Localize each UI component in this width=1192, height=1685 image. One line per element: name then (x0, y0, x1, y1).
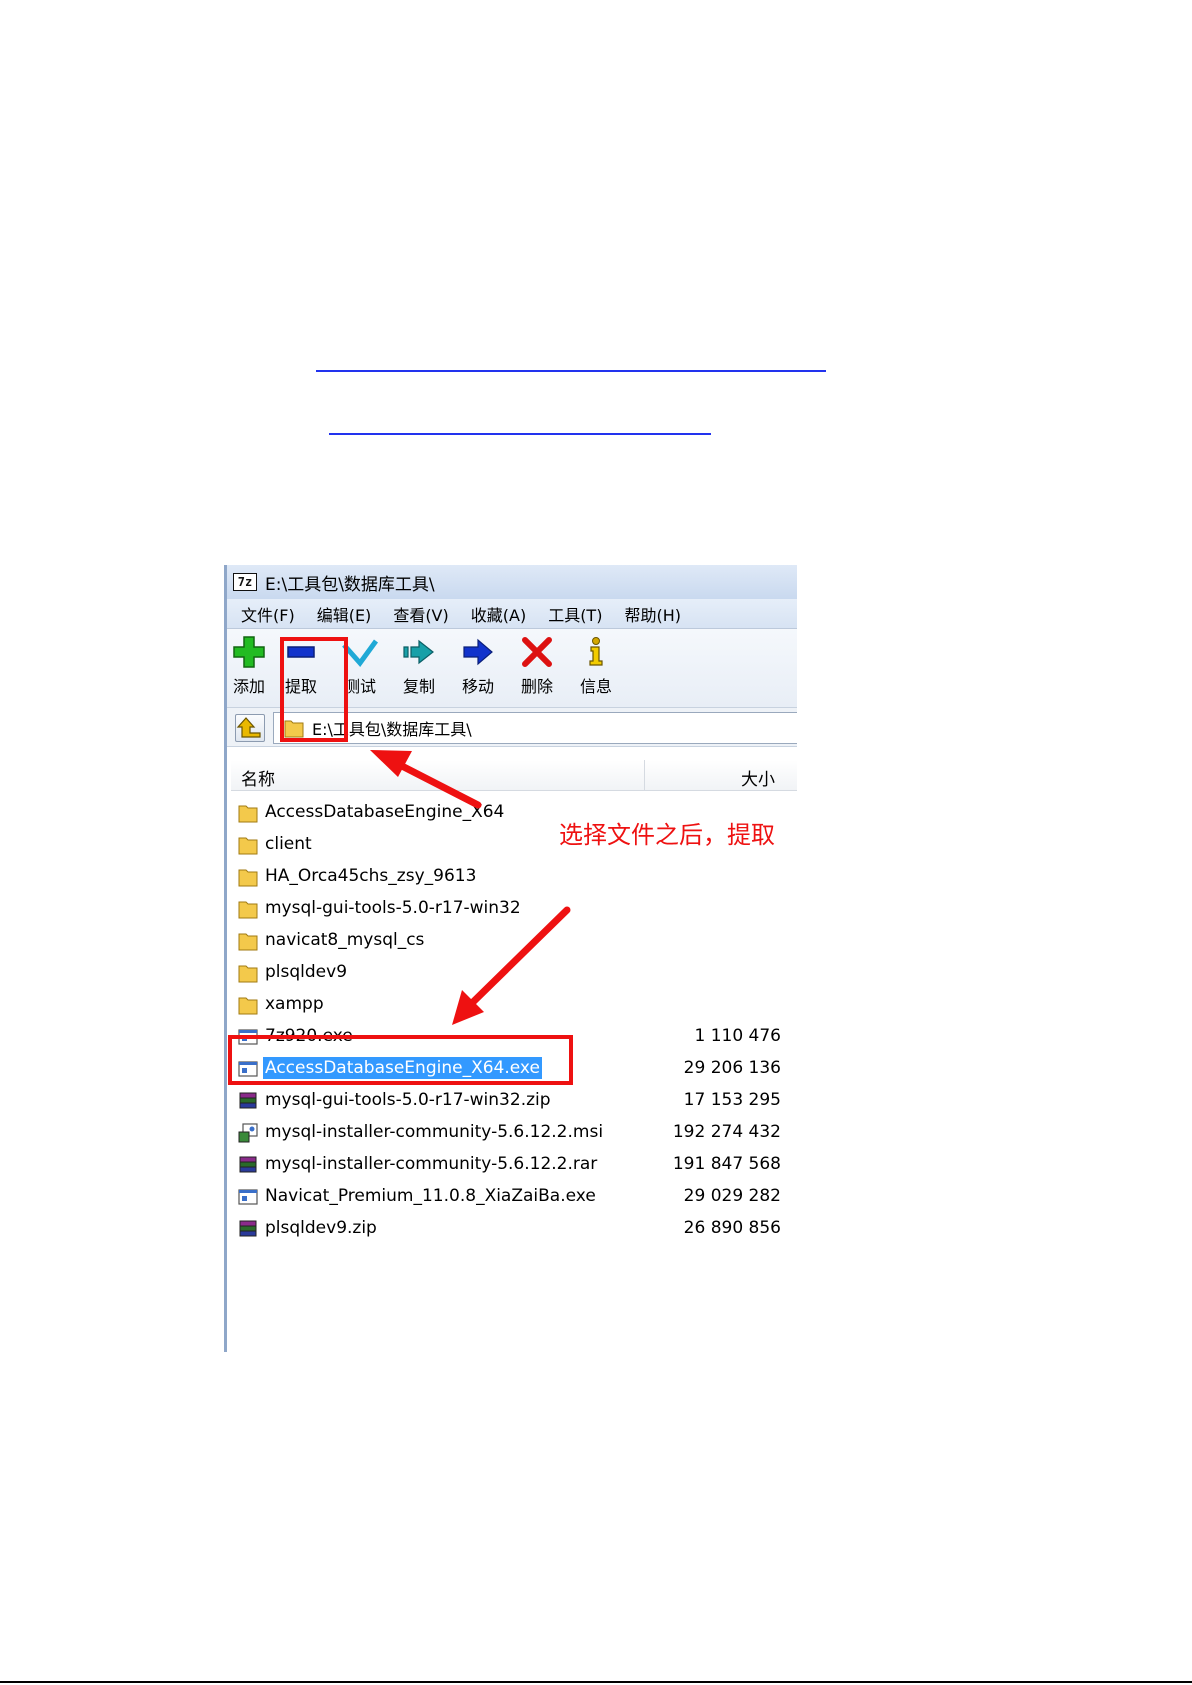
annotation-text: 选择文件之后，提取 (559, 821, 775, 849)
arrow-to-file-shaft (466, 906, 571, 1009)
arrow-to-extract-head (370, 750, 412, 777)
arrow-to-extract-shaft (396, 761, 482, 809)
page-bottom-rule (0, 1681, 1192, 1683)
